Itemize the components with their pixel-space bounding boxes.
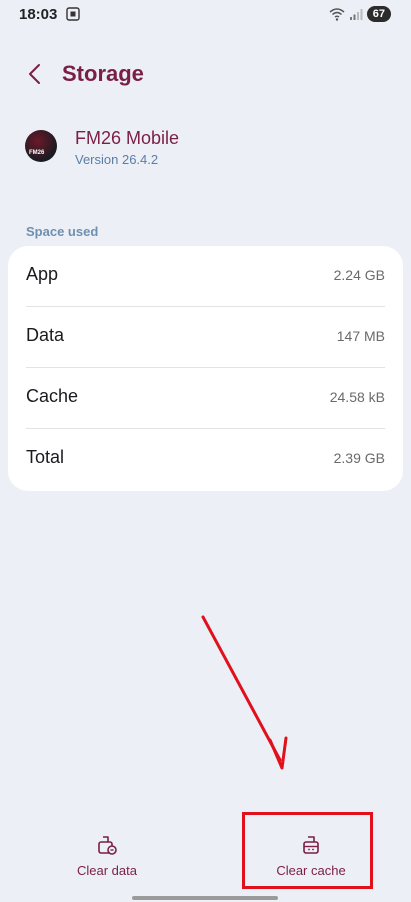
clear-data-button[interactable]: Clear data bbox=[17, 820, 197, 886]
battery-level: 67 bbox=[366, 6, 391, 22]
storage-row-cache: Cache 24.58 kB bbox=[8, 368, 403, 429]
row-label: App bbox=[26, 264, 59, 284]
app-bar: Storage bbox=[0, 52, 411, 98]
row-value: 2.39 GB bbox=[333, 450, 385, 466]
clear-data-icon bbox=[98, 836, 117, 855]
home-indicator[interactable] bbox=[132, 896, 278, 900]
storage-row-app: App 2.24 GB bbox=[8, 246, 403, 307]
row-value: 2.24 GB bbox=[333, 267, 385, 283]
annotation-highlight-box bbox=[242, 812, 373, 889]
row-label: Total bbox=[26, 447, 65, 467]
app-version: Version 26.4.2 bbox=[75, 152, 159, 167]
app-icon-text: FM26 bbox=[29, 150, 45, 156]
row-label: Cache bbox=[26, 386, 79, 406]
app-icon: FM26 bbox=[25, 130, 57, 162]
storage-card: App 2.24 GB Data 147 MB Cache 24.58 kB T… bbox=[8, 246, 403, 491]
back-arrow-icon[interactable] bbox=[22, 60, 50, 88]
row-value: 147 MB bbox=[336, 328, 385, 344]
screenshot-icon bbox=[66, 7, 80, 21]
status-bar: 18:03 67 bbox=[0, 0, 411, 34]
storage-row-total: Total 2.39 GB bbox=[8, 429, 403, 490]
clear-data-label: Clear data bbox=[77, 863, 137, 878]
wifi-icon bbox=[329, 7, 345, 21]
section-label: Space used bbox=[26, 224, 99, 239]
row-label: Data bbox=[26, 325, 65, 345]
page-title: Storage bbox=[62, 61, 144, 86]
signal-icon bbox=[349, 8, 363, 20]
status-time: 18:03 bbox=[19, 6, 58, 23]
storage-row-data: Data 147 MB bbox=[8, 307, 403, 368]
app-name: FM26 Mobile bbox=[75, 128, 180, 148]
row-value: 24.58 kB bbox=[329, 389, 385, 405]
app-info: FM26 FM26 Mobile Version 26.4.2 bbox=[25, 125, 385, 173]
status-icons: 67 bbox=[329, 6, 391, 22]
